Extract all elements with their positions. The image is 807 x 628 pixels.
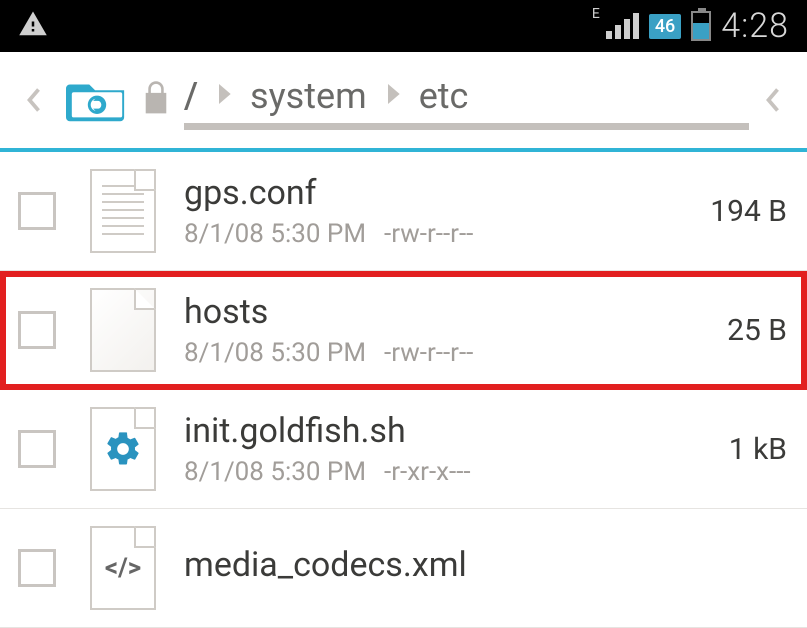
- toolbar: / system etc: [0, 52, 807, 152]
- signal-strength-icon: [606, 13, 639, 39]
- file-permissions: -rw-r--r--: [384, 219, 473, 249]
- breadcrumb[interactable]: / system etc: [184, 70, 749, 130]
- network-badge: 46: [649, 14, 681, 39]
- file-size: 194 B: [687, 194, 787, 229]
- checkbox[interactable]: [18, 311, 56, 349]
- code-file-icon: </>: [84, 523, 162, 613]
- file-permissions: -rw-r--r--: [384, 338, 473, 368]
- file-date: 8/1/08 5:30 PM: [184, 338, 366, 368]
- breadcrumb-segment-etc[interactable]: etc: [419, 75, 469, 117]
- chevron-right-icon: [383, 80, 403, 112]
- file-name: init.goldfish.sh: [184, 411, 687, 451]
- forward-button[interactable]: [749, 70, 797, 130]
- file-name: media_codecs.xml: [184, 545, 687, 585]
- app-folder-icon[interactable]: [66, 74, 128, 126]
- breadcrumb-root[interactable]: /: [184, 75, 198, 117]
- file-size: 1 kB: [687, 432, 787, 467]
- file-row[interactable]: gps.conf 8/1/08 5:30 PM -rw-r--r-- 194 B: [0, 152, 807, 271]
- checkbox[interactable]: [18, 549, 56, 587]
- breadcrumb-segment-system[interactable]: system: [250, 75, 367, 117]
- file-permissions: -r-xr-x---: [384, 457, 471, 487]
- status-bar: E 46 4:28: [0, 0, 807, 52]
- clock: 4:28: [721, 6, 789, 46]
- text-file-icon: [84, 166, 162, 256]
- chevron-right-icon: [214, 80, 234, 112]
- blank-file-icon: [84, 285, 162, 375]
- file-size: 25 B: [687, 313, 787, 348]
- back-button[interactable]: [10, 70, 58, 130]
- file-list: gps.conf 8/1/08 5:30 PM -rw-r--r-- 194 B…: [0, 152, 807, 628]
- checkbox[interactable]: [18, 192, 56, 230]
- file-name: hosts: [184, 292, 687, 332]
- file-row[interactable]: </> media_codecs.xml: [0, 509, 807, 628]
- file-row[interactable]: init.goldfish.sh 8/1/08 5:30 PM -r-xr-x-…: [0, 390, 807, 509]
- warning-icon: [18, 9, 48, 43]
- checkbox[interactable]: [18, 430, 56, 468]
- lock-icon: [140, 80, 172, 120]
- file-name: gps.conf: [184, 173, 687, 213]
- config-file-icon: [84, 404, 162, 494]
- file-row[interactable]: hosts 8/1/08 5:30 PM -rw-r--r-- 25 B: [0, 271, 807, 390]
- file-date: 8/1/08 5:30 PM: [184, 219, 366, 249]
- network-type-label: E: [592, 6, 600, 22]
- file-date: 8/1/08 5:30 PM: [184, 457, 366, 487]
- battery-icon: [691, 11, 711, 41]
